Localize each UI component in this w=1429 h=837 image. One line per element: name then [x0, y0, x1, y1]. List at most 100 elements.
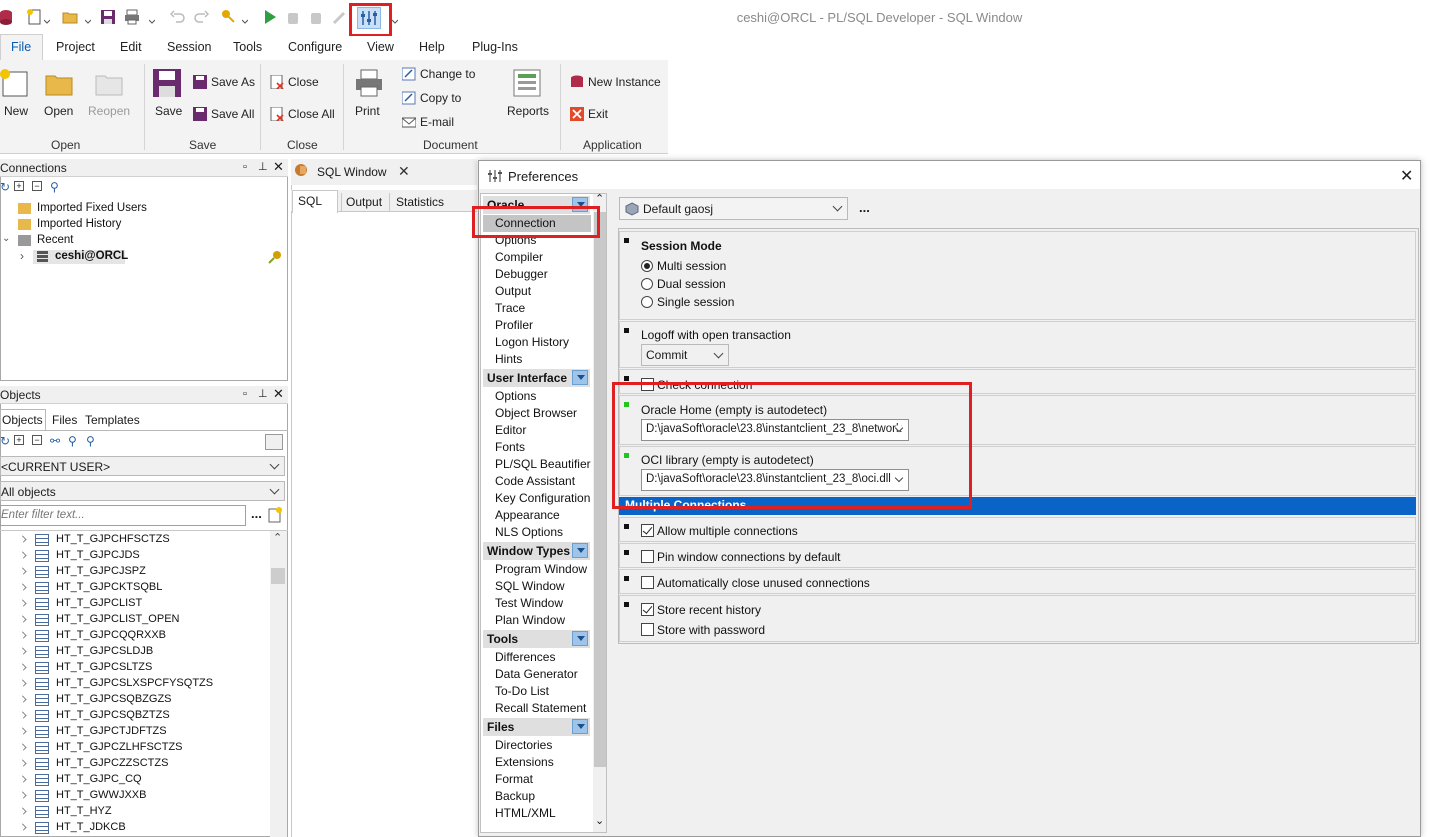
category-item[interactable]: Backup — [495, 789, 535, 803]
panel-pin-icon[interactable]: ⊥ — [258, 387, 268, 400]
category-group-header[interactable]: Window Types — [483, 542, 590, 560]
close-file-icon[interactable] — [270, 74, 284, 90]
chevron-right-icon[interactable]: › — [20, 249, 24, 263]
exit-icon[interactable] — [570, 107, 584, 121]
tree-item-recent[interactable]: Recent — [37, 234, 73, 246]
chevron-right-icon[interactable] — [19, 727, 27, 735]
list-item[interactable]: HT_T_GJPCSQBZGZS — [0, 692, 268, 708]
list-item[interactable]: HT_T_GJPCSLDJB — [0, 644, 268, 660]
chevron-right-icon[interactable] — [19, 583, 27, 591]
store-history-checkbox[interactable] — [641, 603, 654, 616]
filter-edit-icon[interactable]: ⚲ — [86, 434, 95, 448]
radio-single-session[interactable] — [641, 296, 653, 308]
store-password-checkbox[interactable] — [641, 623, 654, 636]
more-button[interactable]: ... — [251, 506, 262, 521]
allow-multiple-label[interactable]: Allow multiple connections — [657, 524, 798, 538]
auto-close-checkbox[interactable] — [641, 576, 654, 589]
category-group-header[interactable]: Files — [483, 718, 590, 736]
save-all-button[interactable]: Save All — [211, 107, 254, 121]
object-checkbox-button[interactable] — [265, 434, 283, 450]
list-item[interactable]: HT_T_GJPCTJDFTZS — [0, 724, 268, 740]
tab-objects[interactable]: Objects — [2, 413, 43, 427]
list-item[interactable]: HT_T_GJPCSQBZTZS — [0, 708, 268, 724]
chevron-right-icon[interactable] — [19, 807, 27, 815]
category-item[interactable]: Code Assistant — [495, 474, 575, 488]
category-item[interactable]: Differences — [495, 650, 555, 664]
store-history-label[interactable]: Store recent history — [657, 603, 761, 617]
close-icon[interactable]: ✕ — [1400, 166, 1413, 186]
pin-window-checkbox[interactable] — [641, 550, 654, 563]
open-folder-icon[interactable] — [44, 68, 74, 98]
category-group-header[interactable]: Tools — [483, 630, 590, 648]
tree-item-connection[interactable]: ceshi@ORCL — [55, 250, 128, 262]
list-item[interactable]: HT_T_GJPCQQRXXB — [0, 628, 268, 644]
email-icon[interactable] — [401, 115, 417, 129]
radio-single-session-label[interactable]: Single session — [657, 295, 734, 309]
open-button[interactable]: Open — [44, 104, 73, 118]
user-combo[interactable]: <CURRENT USER> — [0, 456, 285, 476]
category-item[interactable]: HTML/XML — [495, 806, 556, 820]
new-instance-icon[interactable] — [570, 75, 584, 89]
chevron-right-icon[interactable] — [19, 775, 27, 783]
collapse-group-icon[interactable] — [572, 370, 588, 385]
category-item[interactable]: Editor — [495, 423, 526, 437]
list-item[interactable]: HT_T_GJPCJSPZ — [0, 564, 268, 580]
menu-project[interactable]: Project — [56, 40, 95, 54]
category-item[interactable]: Logon History — [495, 335, 569, 349]
category-item[interactable]: PL/SQL Beautifier — [495, 457, 591, 471]
menu-configure[interactable]: Configure — [288, 40, 342, 54]
list-item[interactable]: HT_T_GJPCSLXSPCFYSQTZS — [0, 676, 268, 692]
scroll-thumb[interactable] — [594, 212, 606, 767]
filter-icon[interactable]: ⚲ — [50, 180, 59, 194]
panel-pin-icon[interactable]: ⊥ — [258, 160, 268, 173]
chevron-right-icon[interactable] — [19, 759, 27, 767]
save-all-icon[interactable] — [193, 107, 207, 121]
category-item[interactable]: Appearance — [495, 508, 560, 522]
logoff-combo[interactable]: Commit — [641, 344, 729, 366]
profile-combo[interactable]: Default gaosj — [619, 197, 848, 220]
sql-window-tab[interactable]: SQL Window — [317, 165, 387, 179]
reopen-button[interactable]: Reopen — [88, 104, 130, 118]
list-item[interactable]: HT_T_GJPCJDS — [0, 548, 268, 564]
list-item[interactable]: HT_T_GJPCZZSCTZS — [0, 756, 268, 772]
chevron-right-icon[interactable] — [19, 567, 27, 575]
chevron-right-icon[interactable] — [19, 631, 27, 639]
close-all-button[interactable]: Close All — [288, 107, 335, 121]
new-button[interactable]: New — [4, 104, 28, 118]
filter-icon[interactable]: ⚲ — [68, 434, 77, 448]
menu-tools[interactable]: Tools — [233, 40, 262, 54]
category-item[interactable]: Program Window — [495, 562, 587, 576]
category-item[interactable]: Compiler — [495, 250, 543, 264]
filter-input[interactable]: Enter filter text... — [0, 505, 246, 526]
allow-multiple-checkbox[interactable] — [641, 524, 654, 537]
new-file-icon[interactable] — [268, 507, 282, 523]
category-item[interactable]: Recall Statement — [495, 701, 586, 715]
save-as-icon[interactable] — [193, 75, 207, 89]
subtab-sql[interactable]: SQL — [298, 194, 322, 208]
category-item[interactable]: Directories — [495, 738, 552, 752]
object-list-scrollbar[interactable]: ⌃ — [270, 531, 287, 837]
reports-button[interactable]: Reports — [507, 104, 549, 118]
save-icon[interactable] — [152, 68, 182, 98]
category-item[interactable]: Hints — [495, 352, 522, 366]
collapse-group-icon[interactable] — [572, 631, 588, 646]
category-item[interactable]: Fonts — [495, 440, 525, 454]
copy-to-icon[interactable] — [401, 91, 416, 105]
panel-close-icon[interactable]: ✕ — [273, 159, 284, 175]
copy-to-button[interactable]: Copy to — [420, 91, 461, 105]
find-icon[interactable]: ⚯ — [50, 434, 60, 448]
scroll-thumb[interactable] — [271, 568, 285, 584]
profile-more-button[interactable]: ... — [859, 200, 870, 215]
category-item[interactable]: NLS Options — [495, 525, 563, 539]
category-item[interactable]: Profiler — [495, 318, 533, 332]
chevron-right-icon[interactable] — [19, 695, 27, 703]
list-item[interactable]: HT_T_JDKCB — [0, 820, 268, 836]
scroll-up-icon[interactable]: ⌃ — [595, 194, 604, 205]
list-item[interactable]: HT_T_GJPC_CQ — [0, 772, 268, 788]
category-item[interactable]: Trace — [495, 301, 525, 315]
category-item[interactable]: To-Do List — [495, 684, 549, 698]
list-item[interactable]: HT_T_GJPCLIST — [0, 596, 268, 612]
list-item[interactable]: HT_T_HYZ — [0, 804, 268, 820]
panel-close-icon[interactable]: ✕ — [273, 386, 284, 402]
subtab-output[interactable]: Output — [346, 195, 382, 209]
